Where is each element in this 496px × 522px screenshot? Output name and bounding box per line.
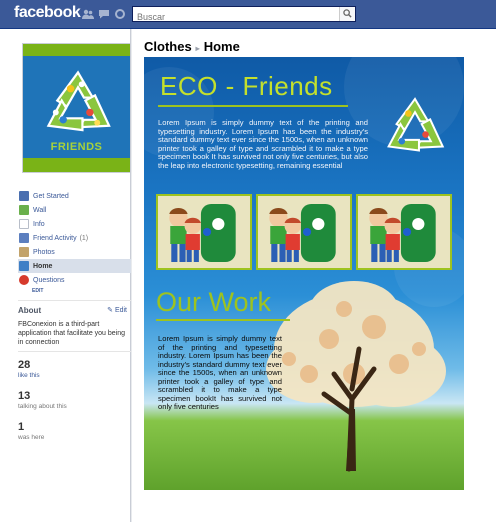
get-started-icon [19,191,29,201]
nav-item-get-started[interactable]: Get Started [18,189,131,203]
breadcrumb: Clothes ▸ Home [144,39,240,54]
section-underline [156,319,290,321]
pencil-icon: ✎ [107,307,115,314]
nav-item-friend-activity[interactable]: Friend Activity (1) [18,231,131,245]
stat-number: 1 [18,421,25,433]
about-text: FBConexion is a third-part application t… [18,321,126,346]
about-section: About ✎ Edit [18,306,129,315]
section-title: Our Work [156,287,272,317]
tab-title: ECO - Friends [160,71,333,101]
nav-item-photos[interactable]: Photos [18,245,131,259]
profile-picture[interactable]: FRIENDS [22,43,131,173]
nav-edit-link[interactable]: EDIT [18,288,131,294]
stat-talking: 13 talking about this [18,390,126,411]
tab-canvas: ECO - Friends Lorem Ipsum is simply dumm… [144,57,464,490]
nav-item-home[interactable]: Home [18,259,131,273]
intro-text: Lorem Ipsum is simply dummy text of the … [158,118,368,170]
photos-icon [19,247,29,257]
nav-item-label: Questions [33,276,65,284]
home-icon [19,261,29,271]
nav-item-count: (1) [79,234,89,242]
search-button[interactable] [339,7,355,21]
stat-label: talking about this [18,403,67,410]
search-icon [343,9,352,18]
recycling-kids-photo[interactable] [356,194,452,270]
stat-likes: 28 like this [18,359,126,380]
notifications-icon[interactable] [114,8,126,20]
stat-label: was here [18,434,45,441]
questions-icon [19,275,29,285]
about-edit-label: Edit [114,307,127,314]
main-column: Clothes ▸ Home ECO - Friends Lorem Ipsum… [132,29,496,522]
breadcrumb-tab: Home [203,39,240,54]
nav-item-label: Friend Activity [33,234,77,242]
about-heading: About [18,306,42,315]
search-input[interactable] [133,10,338,24]
nav-item-label: Wall [33,206,47,214]
nav-item-label: Get Started [33,192,69,200]
stat-number: 13 [18,390,31,402]
about-edit-link[interactable]: ✎ Edit [107,306,127,314]
recycling-kids-photo[interactable] [156,194,252,270]
profile-picture-top-band [23,44,130,56]
recycling-kids-photo[interactable] [256,194,352,270]
divider [18,300,131,301]
breadcrumb-separator-icon: ▸ [195,44,200,53]
notification-jewels [82,8,126,20]
nav-item-info[interactable]: Info [18,217,131,231]
messages-icon[interactable] [98,8,110,20]
profile-picture-label: FRIENDS [50,141,103,153]
nav-item-label: Home [33,262,53,270]
info-icon [19,219,29,229]
left-column: FRIENDS Get Started Wall Info Friend Act… [0,29,131,522]
recycle-logo [387,97,445,152]
friend-requests-icon[interactable] [82,8,94,20]
nav-item-label: Info [33,220,45,228]
page-body: FRIENDS Get Started Wall Info Friend Act… [0,29,496,522]
title-underline [158,105,348,107]
page-nav: Get Started Wall Info Friend Activity (1… [18,189,131,294]
stat-label[interactable]: like this [18,371,126,380]
breadcrumb-page[interactable]: Clothes [144,39,192,54]
wall-icon [19,205,29,215]
photo-strip [156,194,452,270]
top-bar: facebook [0,0,496,29]
work-text: Lorem Ipsum is simply dummy text of the … [158,334,282,411]
profile-picture-bottom-band [23,158,130,172]
divider [18,351,131,352]
facebook-logo[interactable]: facebook [14,4,81,22]
nav-item-wall[interactable]: Wall [18,203,131,217]
stat-number: 28 [18,359,31,371]
friend-activity-icon [19,233,29,243]
recycle-logo [46,70,111,132]
search-box [132,6,356,24]
nav-item-label: Photos [33,248,55,256]
nav-item-questions[interactable]: Questions [18,273,131,287]
stat-was-here: 1 was here [18,421,126,442]
